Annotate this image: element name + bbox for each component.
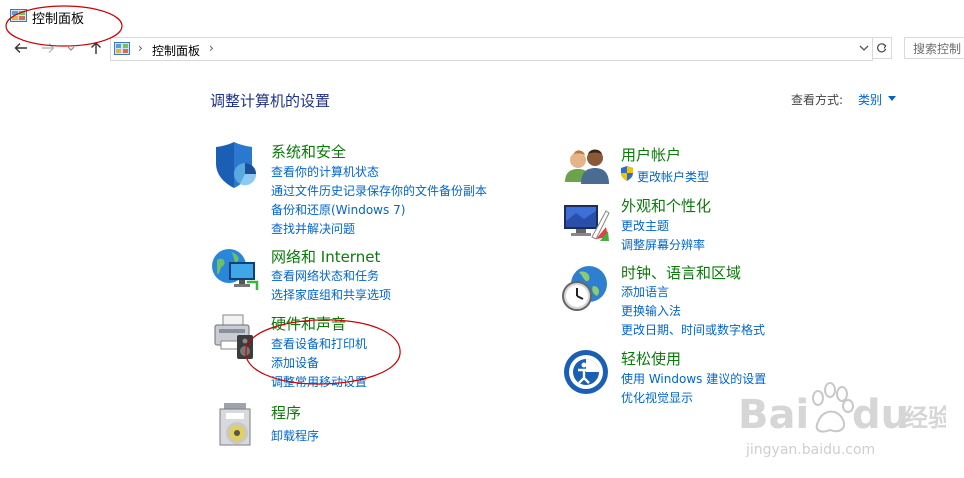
clock-globe-icon[interactable] (561, 264, 609, 312)
link-date-time-format[interactable]: 更改日期、时间或数字格式 (621, 321, 765, 338)
view-by-label: 查看方式: (791, 93, 844, 107)
category-title-system-security[interactable]: 系统和安全 (271, 141, 346, 162)
link-view-computer-status[interactable]: 查看你的计算机状态 (271, 163, 379, 180)
recent-dropdown-icon[interactable] (66, 40, 76, 56)
breadcrumb-control-panel[interactable]: 控制面板 (152, 42, 200, 59)
link-mobility-settings[interactable]: 调整常用移动设置 (271, 373, 367, 390)
link-network-status[interactable]: 查看网络状态和任务 (271, 267, 379, 284)
view-by-dropdown[interactable]: 类别 (858, 91, 882, 108)
category-title-network-internet[interactable]: 网络和 Internet (271, 246, 380, 267)
link-uninstall-program[interactable]: 卸载程序 (271, 427, 319, 444)
address-bar: › 控制面板 › (0, 34, 964, 64)
forward-arrow-icon[interactable] (40, 40, 56, 56)
link-change-theme[interactable]: 更改主题 (621, 217, 669, 234)
link-backup-restore[interactable]: 备份和还原(Windows 7) (271, 201, 405, 218)
link-change-account-type[interactable]: 更改帐户类型 (637, 168, 709, 185)
category-title-programs[interactable]: 程序 (271, 402, 301, 423)
svg-text:jingyan.baidu.com: jingyan.baidu.com (745, 442, 875, 458)
category-title-appearance[interactable]: 外观和个性化 (621, 195, 711, 216)
svg-text:Bai: Bai (738, 392, 809, 438)
category-title-clock-language-region[interactable]: 时钟、语言和区域 (621, 262, 741, 283)
link-devices-printers[interactable]: 查看设备和打印机 (271, 335, 367, 352)
shield-icon[interactable] (212, 141, 260, 189)
ease-of-access-icon[interactable] (562, 348, 610, 396)
breadcrumb-separator: › (138, 41, 143, 55)
refresh-button[interactable] (872, 37, 892, 59)
link-add-device[interactable]: 添加设备 (271, 354, 319, 371)
search-field[interactable] (904, 37, 964, 59)
printer-speaker-icon[interactable] (211, 313, 259, 361)
link-screen-resolution[interactable]: 调整屏幕分辨率 (621, 236, 705, 253)
svg-text:经验: 经验 (904, 404, 946, 432)
appearance-icon[interactable] (562, 197, 610, 245)
back-arrow-icon[interactable] (13, 40, 29, 56)
up-arrow-icon[interactable] (88, 40, 104, 56)
user-accounts-icon[interactable] (563, 142, 611, 190)
link-add-language[interactable]: 添加语言 (621, 283, 669, 300)
programs-icon[interactable] (212, 401, 260, 449)
breadcrumb-separator[interactable]: › (209, 41, 214, 55)
window-title: 控制面板 (32, 12, 85, 27)
svg-text:du: du (852, 392, 909, 438)
link-change-input-method[interactable]: 更换输入法 (621, 302, 681, 319)
uac-shield-icon (621, 166, 633, 181)
category-title-user-accounts[interactable]: 用户帐户 (621, 144, 681, 165)
title-bar: 控制面板 (0, 0, 964, 34)
refresh-icon (877, 43, 887, 53)
link-file-history-backup[interactable]: 通过文件历史记录保存你的文件备份副本 (271, 182, 487, 199)
link-homegroup-sharing[interactable]: 选择家庭组和共享选项 (271, 286, 391, 303)
link-troubleshoot[interactable]: 查找并解决问题 (271, 220, 355, 237)
caret-down-icon[interactable] (888, 96, 896, 102)
link-optimize-display[interactable]: 优化视觉显示 (621, 389, 693, 406)
category-title-ease-of-access[interactable]: 轻松使用 (621, 348, 681, 369)
control-panel-icon (10, 9, 27, 22)
search-input[interactable] (905, 39, 964, 58)
page-title: 调整计算机的设置 (210, 92, 331, 110)
address-box[interactable]: › 控制面板 › (110, 37, 873, 61)
network-globe-icon[interactable] (211, 246, 259, 294)
chevron-down-icon[interactable] (858, 42, 870, 54)
baidu-watermark: Bai du 经验 jingyan.baidu.com (738, 382, 946, 458)
control-panel-icon (114, 42, 130, 55)
category-title-hardware-sound[interactable]: 硬件和声音 (271, 313, 346, 334)
